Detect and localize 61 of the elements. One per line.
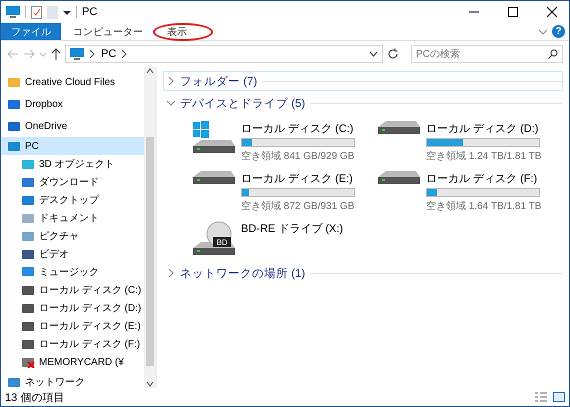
expand-chevron-icon xyxy=(167,77,175,85)
help-icon[interactable]: ? xyxy=(552,25,565,38)
free-space-text: 空き領域 872 GB/931 GB xyxy=(241,200,355,213)
sidebar-item[interactable]: ローカル ディスク (C:) xyxy=(1,281,144,299)
sidebar-item[interactable]: 3D オブジェクト xyxy=(1,155,144,173)
sidebar-item[interactable]: MEMORYCARD (¥ xyxy=(1,353,144,371)
group-header[interactable]: ネットワークの場所 (1) xyxy=(163,263,563,283)
hard-drive-icon xyxy=(378,171,420,184)
group-header[interactable]: フォルダー (7) xyxy=(163,71,563,91)
free-space-text: 空き領域 841 GB/929 GB xyxy=(241,150,355,163)
chevron-icon xyxy=(90,50,95,58)
expand-chevron-icon xyxy=(167,269,175,277)
properties-icon[interactable] xyxy=(31,6,42,18)
sidebar-item[interactable]: ローカル ディスク (E:) xyxy=(1,317,144,335)
sidebar-item[interactable]: OneDrive xyxy=(1,115,144,137)
maximize-icon xyxy=(508,7,518,17)
dropdown-icon[interactable] xyxy=(63,8,71,16)
ribbon-tab[interactable]: 表示 xyxy=(155,23,199,40)
details-view-icon[interactable] xyxy=(535,392,547,402)
sidebar-item[interactable]: ネットワーク xyxy=(1,371,144,388)
free-space-text: 空き領域 1.64 TB/1.81 TB xyxy=(426,200,542,213)
drive-name[interactable]: ローカル ディスク (C:) xyxy=(241,121,355,136)
search-field[interactable]: PCの検索 xyxy=(411,45,563,63)
drive-name[interactable]: ローカル ディスク (D:) xyxy=(426,121,542,136)
drive-name[interactable]: ローカル ディスク (E:) xyxy=(241,171,355,186)
sidebar-item[interactable]: ピクチャ xyxy=(1,227,144,245)
close-icon xyxy=(547,7,557,17)
drive-name[interactable]: ローカル ディスク (F:) xyxy=(426,171,542,186)
sidebar-item[interactable]: Dropbox xyxy=(1,93,144,115)
sidebar-item[interactable]: Creative Cloud Files xyxy=(1,71,144,93)
scrollbar[interactable] xyxy=(144,67,156,388)
group-header[interactable]: デバイスとドライブ (5) xyxy=(163,93,563,113)
address-bar[interactable]: PC xyxy=(65,45,383,63)
sidebar-item[interactable]: ローカル ディスク (F:) xyxy=(1,335,144,353)
sidebar-item[interactable]: デスクトップ xyxy=(1,191,144,209)
window-title: PC xyxy=(82,6,98,18)
scroll-down-icon[interactable] xyxy=(146,380,154,388)
drive-name[interactable]: BD-RE ドライブ (X:) xyxy=(241,221,344,236)
breadcrumb-item[interactable]: PC xyxy=(101,48,116,60)
sidebar-item[interactable]: ビデオ xyxy=(1,245,144,263)
scroll-up-icon[interactable] xyxy=(146,67,154,75)
dropdown-icon[interactable] xyxy=(369,51,378,57)
hard-drive-icon xyxy=(193,121,235,153)
sidebar-item[interactable]: ドキュメント xyxy=(1,209,144,227)
collapse-chevron-icon xyxy=(167,99,175,107)
chevron-icon[interactable] xyxy=(122,50,128,58)
free-space-text: 空き領域 1.24 TB/1.81 TB xyxy=(426,150,542,163)
item-count: 13 個の項目 xyxy=(5,390,64,404)
hard-drive-icon xyxy=(193,171,235,184)
ribbon-tab[interactable]: コンピューター xyxy=(61,23,155,40)
refresh-icon[interactable] xyxy=(387,48,399,60)
up-arrow-icon[interactable] xyxy=(51,48,61,60)
file-menu-tab[interactable]: ファイル xyxy=(1,23,61,40)
sidebar-item[interactable]: ローカル ディスク (D:) xyxy=(1,299,144,317)
sidebar-item[interactable]: ミュージック xyxy=(1,263,144,281)
minimize-icon xyxy=(469,11,479,13)
sidebar-item[interactable]: PC xyxy=(1,137,144,155)
hard-drive-icon xyxy=(378,121,420,134)
large-icons-view-icon[interactable] xyxy=(553,392,565,402)
search-icon xyxy=(548,49,558,59)
sidebar-item[interactable]: ダウンロード xyxy=(1,173,144,191)
